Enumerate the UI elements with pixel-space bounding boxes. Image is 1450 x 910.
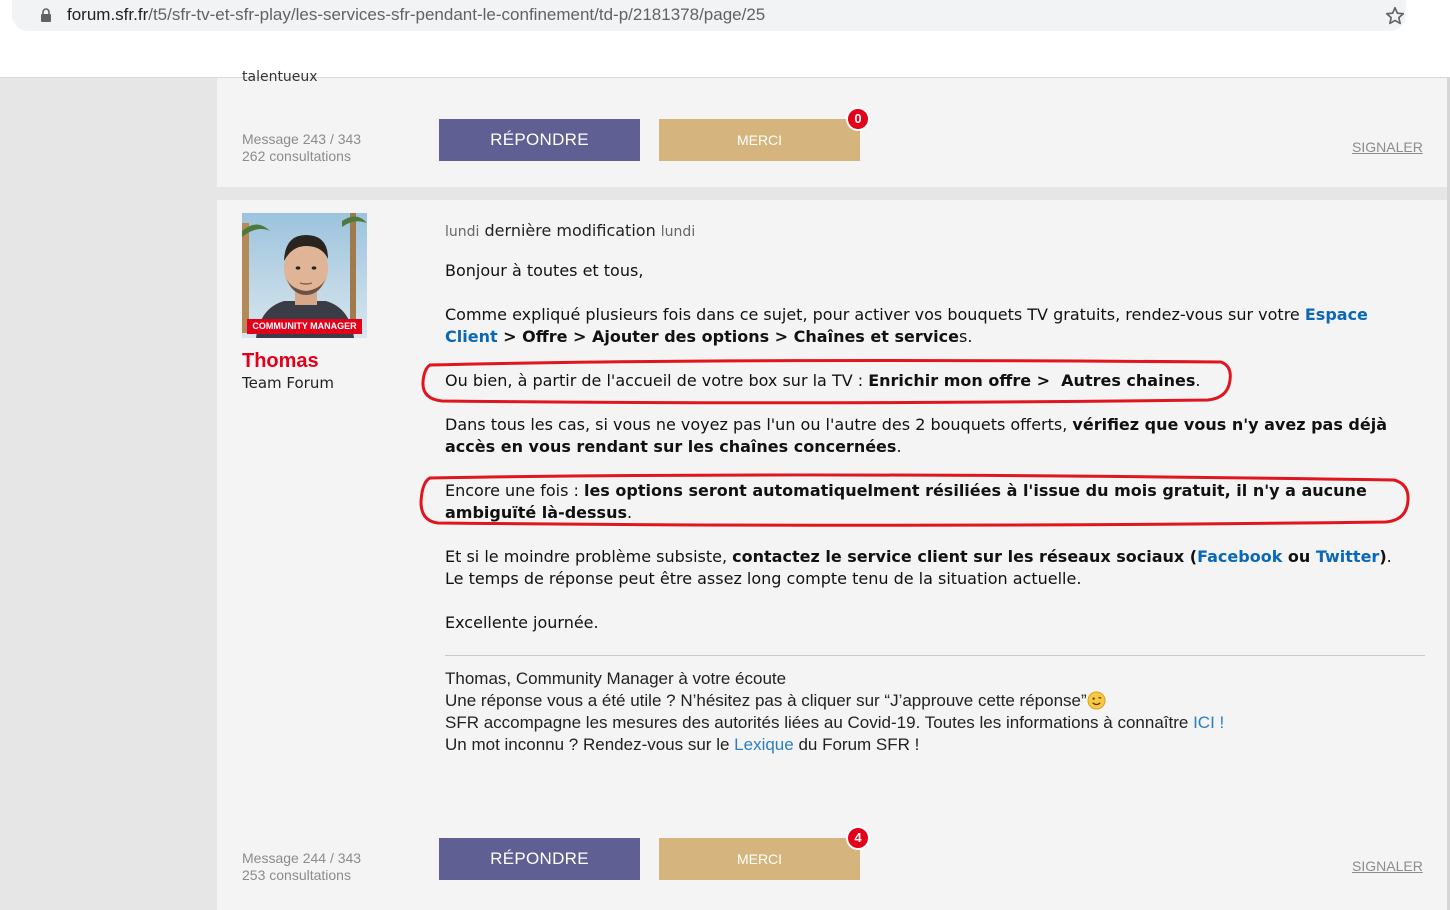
forum-post: COMMUNITY MANAGER Thomas Team Forum lund… — [217, 200, 1447, 910]
post-date-value: lundi — [445, 224, 480, 240]
paragraph-1: Comme expliqué plusieurs fois dans ce su… — [445, 305, 1368, 346]
covid-info-link[interactable]: ICI ! — [1193, 713, 1224, 732]
merci-count-badge: 4 — [846, 826, 870, 850]
author-name[interactable]: Thomas — [242, 350, 319, 373]
bookmark-star-icon[interactable] — [1384, 5, 1406, 27]
paragraph-2: Ou bien, à partir de l'accueil de votre … — [445, 371, 1201, 390]
avatar[interactable]: COMMUNITY MANAGER — [242, 213, 367, 338]
merci-count-badge: 0 — [846, 107, 870, 131]
view-count: 253 consultations — [242, 867, 351, 883]
author-rank: Team Forum — [242, 374, 334, 392]
twitter-link[interactable]: Twitter — [1316, 547, 1379, 566]
merci-button[interactable]: MERCI — [659, 119, 860, 161]
closing: Excellente journée. — [445, 613, 599, 632]
forum-page: talentueux Message 243 / 343 262 consult… — [0, 69, 1450, 910]
signature-line-4: Un mot inconnu ? Rendez-vous sur le Lexi… — [445, 735, 920, 754]
modified-label: dernière modification — [484, 221, 656, 240]
signature: Thomas, Community Manager à votre écoute… — [445, 668, 1425, 756]
menu-path: > Offre > Ajouter des options > Chaînes … — [497, 327, 959, 346]
facebook-link[interactable]: Facebook — [1197, 547, 1282, 566]
avatar-role-label: COMMUNITY MANAGER — [247, 319, 362, 334]
url-host: forum.sfr.fr — [67, 5, 149, 24]
merci-button[interactable]: MERCI — [659, 838, 860, 880]
post-footer: Message 244 / 343 253 consultations RÉPO… — [217, 826, 1447, 898]
signature-line-1: Thomas, Community Manager à votre écoute — [445, 669, 787, 688]
view-count: 262 consultations — [242, 148, 351, 164]
signature-divider — [445, 655, 1425, 656]
smiley-icon — [1087, 691, 1106, 710]
signature-line-2: Une réponse vous a été utile ? N’hésitez… — [445, 690, 1425, 712]
post-footer: Message 243 / 343 262 consultations RÉPO… — [217, 107, 1447, 179]
message-number: Message 243 / 343 — [242, 131, 362, 147]
previous-post: talentueux Message 243 / 343 262 consult… — [217, 69, 1447, 187]
lock-icon — [41, 8, 51, 22]
box-menu-path: Enrichir mon offre > Autres chaines — [868, 371, 1196, 390]
signature-line-3: SFR accompagne les mesures des autorités… — [445, 713, 1225, 732]
paragraph-4: Encore une fois : les options seront aut… — [445, 481, 1367, 522]
report-link[interactable]: SIGNALER — [1352, 858, 1423, 874]
previous-post-text: talentueux — [242, 69, 318, 85]
url-path: /t5/sfr-tv-et-sfr-play/les-services-sfr-… — [148, 5, 766, 24]
paragraph-3: Dans tous les cas, si vous ne voyez pas … — [445, 415, 1388, 456]
reply-button[interactable]: RÉPONDRE — [439, 838, 640, 880]
post-date: lundi dernière modification lundi — [445, 220, 1425, 243]
lexique-link[interactable]: Lexique — [734, 735, 794, 754]
greeting: Bonjour à toutes et tous, — [445, 261, 644, 280]
message-info: Message 243 / 343 262 consultations — [242, 131, 361, 165]
message-number: Message 244 / 343 — [242, 850, 362, 866]
url-text: forum.sfr.fr/t5/sfr-tv-et-sfr-play/les-s… — [67, 4, 765, 26]
paragraph-5: Et si le moindre problème subsiste, cont… — [445, 547, 1392, 588]
reply-button[interactable]: RÉPONDRE — [439, 119, 640, 161]
modified-date: lundi — [660, 224, 696, 240]
report-link[interactable]: SIGNALER — [1352, 139, 1423, 155]
message-info: Message 244 / 343 253 consultations — [242, 850, 361, 884]
message-body: lundi dernière modification lundi Bonjou… — [445, 220, 1425, 756]
address-bar[interactable]: forum.sfr.fr/t5/sfr-tv-et-sfr-play/les-s… — [12, 0, 1406, 31]
